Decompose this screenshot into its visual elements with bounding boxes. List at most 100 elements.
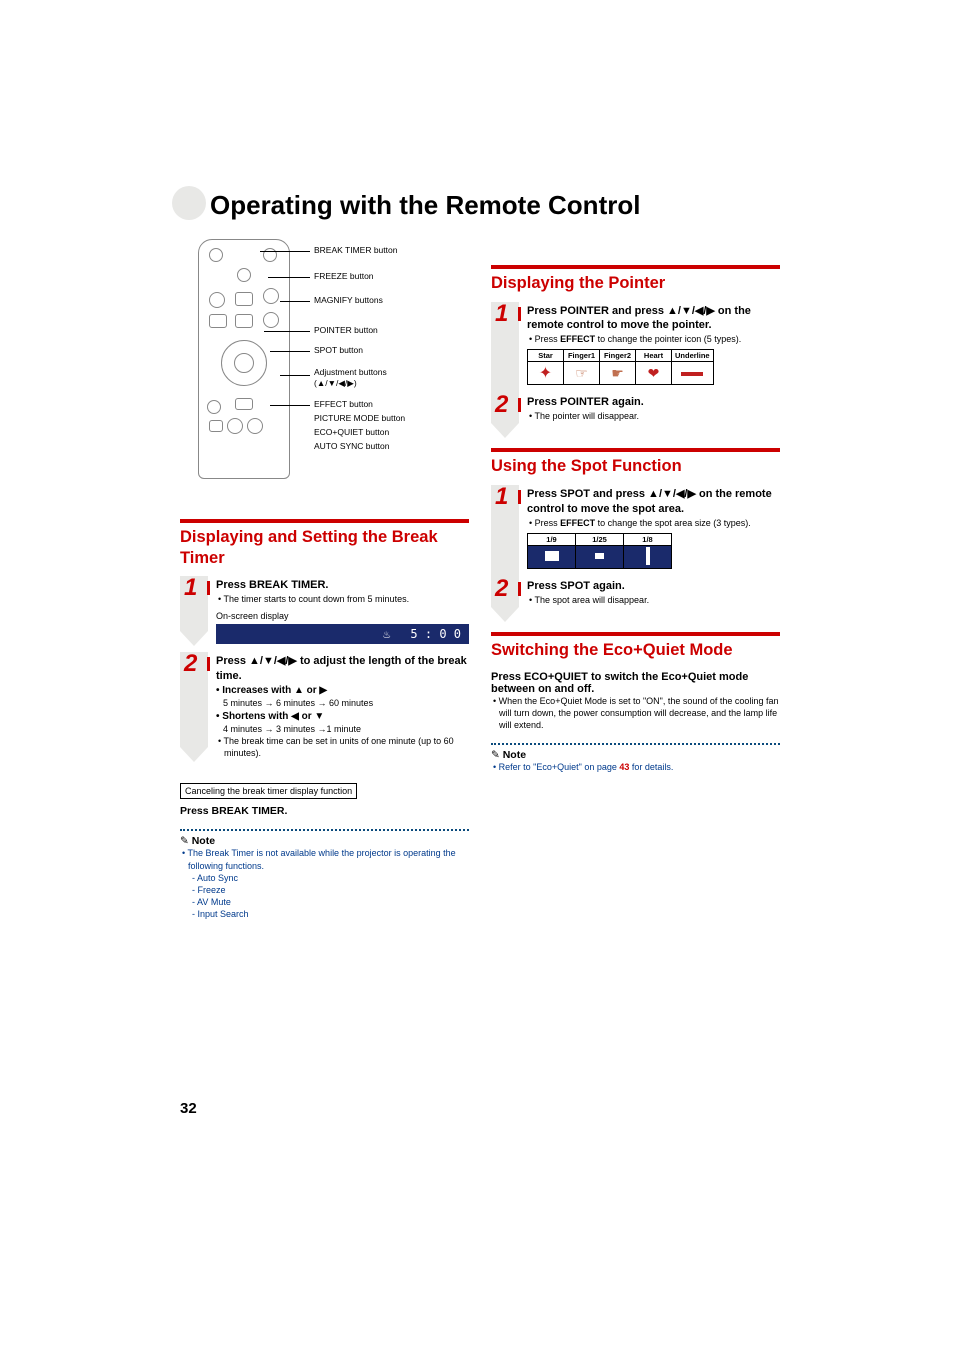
- pointer-heading: Displaying the Pointer: [491, 273, 780, 294]
- step-accent: [518, 490, 521, 504]
- t: .: [325, 579, 328, 591]
- leader-line: [268, 277, 310, 278]
- label-pointer: POINTER button: [314, 325, 378, 335]
- leader-line: [280, 375, 310, 376]
- remote-standby-btn: [209, 248, 223, 262]
- break-step-2: 2 Press ▲/▼/◀/▶ to adjust the length of …: [180, 654, 469, 759]
- section-bar: [491, 448, 780, 452]
- page-number: 32: [180, 1100, 197, 1117]
- pointer-step-2: 2 Press POINTER again. The pointer will …: [491, 395, 780, 422]
- remote-auto-sync: [227, 418, 243, 434]
- section-bar: [180, 519, 469, 523]
- step-accent: [207, 657, 210, 671]
- step-number: 1: [495, 483, 508, 511]
- leader-line: [270, 351, 310, 352]
- spot-step1-body: Press EFFECT to change the spot area siz…: [527, 517, 780, 529]
- section-bar: [491, 265, 780, 269]
- icon-col-finger2: Finger2: [600, 350, 636, 362]
- remote-outline: [198, 239, 290, 479]
- inc-body: 5 minutes → 6 minutes → 60 minutes: [216, 697, 469, 709]
- t: for details.: [629, 762, 673, 772]
- pointer-step-1: 1 Press POINTER and press ▲/▼/◀/▶ on the…: [491, 304, 780, 386]
- t: Press: [216, 579, 249, 591]
- t: again.: [590, 580, 625, 592]
- t: Press: [527, 580, 560, 592]
- spot-step-2: 2 Press SPOT again. The spot area will d…: [491, 579, 780, 606]
- remote-picture-mode: [235, 398, 253, 410]
- t: to change the spot area size (3 types).: [595, 518, 751, 528]
- press-break-timer: Press BREAK TIMER.: [180, 805, 469, 817]
- spot-step2-body: The spot area will disappear.: [527, 594, 780, 606]
- t: ECO+QUIET: [524, 671, 588, 683]
- section-bar: [491, 632, 780, 636]
- right-column: Displaying the Pointer 1 Press POINTER a…: [491, 239, 780, 920]
- t: Refer to "Eco+Quiet" on page: [499, 762, 620, 772]
- remote-func: [209, 420, 223, 432]
- label-auto-sync: AUTO SYNC button: [314, 441, 389, 451]
- step-number: 1: [184, 574, 197, 602]
- leader-line: [280, 301, 310, 302]
- eco-press: Press ECO+QUIET to switch the Eco+Quiet …: [491, 671, 780, 695]
- remote-vol-up: [237, 268, 251, 282]
- dec-body: 4 minutes → 3 minutes →1 minute: [216, 723, 469, 735]
- spot-heading: Using the Spot Function: [491, 456, 780, 477]
- step-accent: [518, 582, 521, 596]
- page-ref: 43: [619, 762, 629, 772]
- t: Press: [527, 396, 560, 408]
- label-break-timer: BREAK TIMER button: [314, 245, 397, 255]
- spot-1-9: [528, 545, 576, 568]
- pointer-step1-title: Press POINTER and press ▲/▼/◀/▶ on the r…: [527, 304, 780, 334]
- eco-heading: Switching the Eco+Quiet Mode: [491, 640, 780, 661]
- label-adjust2: (▲/▼/◀/▶): [314, 378, 357, 389]
- step-number: 2: [495, 575, 508, 603]
- note-rule: [491, 743, 780, 745]
- osd-time: 5 : 0 0: [410, 627, 461, 641]
- remote-magnify-minus: [263, 312, 279, 328]
- finger2-icon: ☛: [600, 362, 636, 385]
- dec-heading: • Shortens with ◀ or ▼: [216, 710, 469, 724]
- step-number: 2: [495, 391, 508, 419]
- step-number: 1: [495, 300, 508, 328]
- pointer-step1-body: Press EFFECT to change the pointer icon …: [527, 333, 780, 345]
- remote-eco-quiet: [247, 418, 263, 434]
- step-number: 2: [184, 650, 197, 678]
- t: Press: [535, 334, 561, 344]
- t: BREAK TIMER: [249, 579, 325, 591]
- icon-col-heart: Heart: [636, 350, 672, 362]
- label-spot: SPOT button: [314, 345, 363, 355]
- inc-heading: • Increases with ▲ or ▶: [216, 684, 469, 698]
- remote-spot: [235, 314, 253, 328]
- remote-break-timer: [209, 292, 225, 308]
- page-title: Operating with the Remote Control: [210, 190, 780, 221]
- leader-line: [270, 405, 310, 406]
- t: Press: [491, 671, 524, 683]
- spot-step1-title: Press SPOT and press ▲/▼/◀/▶ on the remo…: [527, 487, 780, 517]
- leader-line: [260, 251, 310, 252]
- t: BREAK TIMER: [212, 805, 285, 817]
- left-column: BREAK TIMER button FREEZE button MAGNIFY…: [180, 239, 469, 920]
- step2-title: Press ▲/▼/◀/▶ to adjust the length of th…: [216, 654, 469, 684]
- t: EFFECT: [560, 518, 595, 528]
- note-heading: Note: [491, 749, 780, 761]
- t: to change the pointer icon (5 types).: [595, 334, 741, 344]
- remote-magnify-plus: [263, 288, 279, 304]
- note-item: - AV Mute: [180, 896, 469, 908]
- note-item: - Input Search: [180, 908, 469, 920]
- label-picture-mode: PICTURE MODE button: [314, 413, 405, 423]
- spot-1-8: [624, 545, 672, 568]
- pointer-step2-body: The pointer will disappear.: [527, 410, 780, 422]
- eco-note: Refer to "Eco+Quiet" on page 43 for deta…: [491, 761, 780, 773]
- t: .: [284, 805, 287, 817]
- remote-freeze: [235, 292, 253, 306]
- eco-body: When the Eco+Quiet Mode is set to "ON", …: [491, 695, 780, 731]
- t: SPOT: [560, 580, 590, 592]
- pointer-step2-title: Press POINTER again.: [527, 395, 780, 410]
- finger1-icon: ☞: [564, 362, 600, 385]
- break-timer-heading: Displaying and Setting the Break Timer: [180, 527, 469, 568]
- leader-line: [264, 331, 310, 332]
- t: POINTER: [560, 396, 609, 408]
- underline-icon: [672, 362, 714, 385]
- remote-nav-ring: [221, 340, 267, 386]
- pointer-icon-table: Star Finger1 Finger2 Heart Underline ✦ ☞…: [527, 349, 714, 385]
- step1-title: Press BREAK TIMER.: [216, 578, 469, 593]
